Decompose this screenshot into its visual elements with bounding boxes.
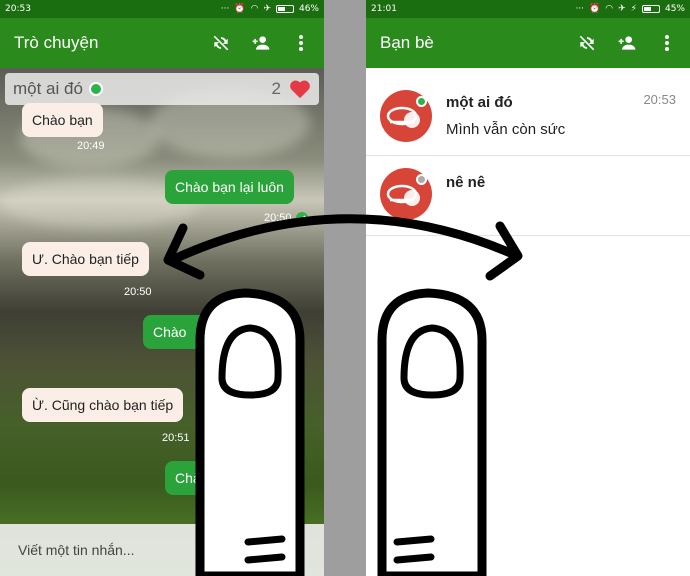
check-icon bbox=[296, 212, 308, 224]
offline-indicator bbox=[416, 174, 427, 185]
wifi-icon: ◠ bbox=[605, 4, 614, 14]
status-icons: ··· ⏰ ◠ ✈ 46% bbox=[221, 4, 319, 14]
message-bubble-outgoing[interactable]: Chào bbox=[143, 315, 223, 349]
friends-screen: 21:01 ··· ⏰ ◠ ✈ ⚡ 45% Bạn bè một ai đó M… bbox=[366, 0, 690, 576]
friend-name: một ai đó bbox=[446, 94, 513, 111]
conversation-header[interactable]: một ai đó 2 bbox=[5, 73, 319, 105]
app-bar: Bạn bè bbox=[366, 18, 690, 68]
message-bubble-incoming[interactable]: Ừ. Cũng chào bạn tiếp bbox=[22, 388, 184, 422]
message-time: 20:50 bbox=[124, 286, 152, 298]
status-time: 20:53 bbox=[5, 4, 31, 14]
status-bar: 21:01 ··· ⏰ ◠ ✈ ⚡ 45% bbox=[366, 0, 690, 18]
airplane-icon: ✈ bbox=[618, 4, 626, 14]
page-title: Trò chuyện bbox=[14, 33, 99, 52]
like-count: 2 bbox=[271, 79, 281, 98]
online-indicator bbox=[416, 96, 427, 107]
alarm-icon: ⏰ bbox=[589, 4, 601, 14]
battery-percent: 46% bbox=[298, 4, 319, 14]
battery-icon bbox=[275, 5, 294, 13]
message-input-placeholder: Viết một tin nhắn... bbox=[18, 542, 135, 558]
friend-last-message: Mình vẫn còn sức bbox=[446, 121, 566, 138]
contact-name: một ai đó bbox=[13, 79, 83, 98]
friend-list-item[interactable]: nê nê bbox=[366, 156, 690, 236]
message-time: 20:50 bbox=[264, 212, 292, 224]
status-time: 21:01 bbox=[371, 4, 397, 14]
airplane-icon: ✈ bbox=[263, 4, 271, 14]
message-input[interactable]: Viết một tin nhắn... bbox=[0, 524, 324, 576]
app-bar: Trò chuyện bbox=[0, 18, 324, 68]
page-title: Bạn bè bbox=[380, 33, 434, 52]
message-time: 20:49 bbox=[77, 140, 105, 152]
status-icons: ··· ⏰ ◠ ✈ ⚡ 45% bbox=[575, 4, 685, 14]
add-person-icon[interactable] bbox=[250, 32, 272, 54]
add-person-icon[interactable] bbox=[616, 32, 638, 54]
friend-list-item[interactable]: một ai đó Mình vẫn còn sức 20:53 bbox=[366, 76, 690, 156]
message-bubble-incoming[interactable]: Ư. Chào bạn tiếp bbox=[22, 242, 149, 276]
charging-icon: ⚡ bbox=[630, 4, 637, 14]
more-vert-icon[interactable] bbox=[290, 32, 312, 54]
online-indicator bbox=[88, 82, 103, 96]
status-dots: ··· bbox=[575, 4, 585, 14]
wifi-icon: ◠ bbox=[250, 4, 259, 14]
alarm-icon: ⏰ bbox=[234, 4, 246, 14]
sync-off-icon[interactable] bbox=[210, 32, 232, 54]
friend-last-time: 20:53 bbox=[643, 92, 676, 107]
friend-name: nê nê bbox=[446, 174, 486, 191]
battery-percent: 45% bbox=[664, 4, 685, 14]
sync-off-icon[interactable] bbox=[576, 32, 598, 54]
message-bubble-outgoing[interactable]: Chào bbox=[165, 461, 225, 495]
message-bubble-outgoing[interactable]: Chào bạn lại luôn bbox=[165, 170, 294, 204]
more-vert-icon[interactable] bbox=[656, 32, 678, 54]
heart-icon[interactable] bbox=[289, 79, 311, 99]
battery-icon bbox=[641, 5, 660, 13]
message-time: 20:51 bbox=[162, 432, 190, 444]
message-bubble-incoming[interactable]: Chào bạn bbox=[22, 103, 103, 137]
status-dots: ··· bbox=[220, 4, 230, 14]
status-bar: 20:53 ··· ⏰ ◠ ✈ 46% bbox=[0, 0, 324, 18]
